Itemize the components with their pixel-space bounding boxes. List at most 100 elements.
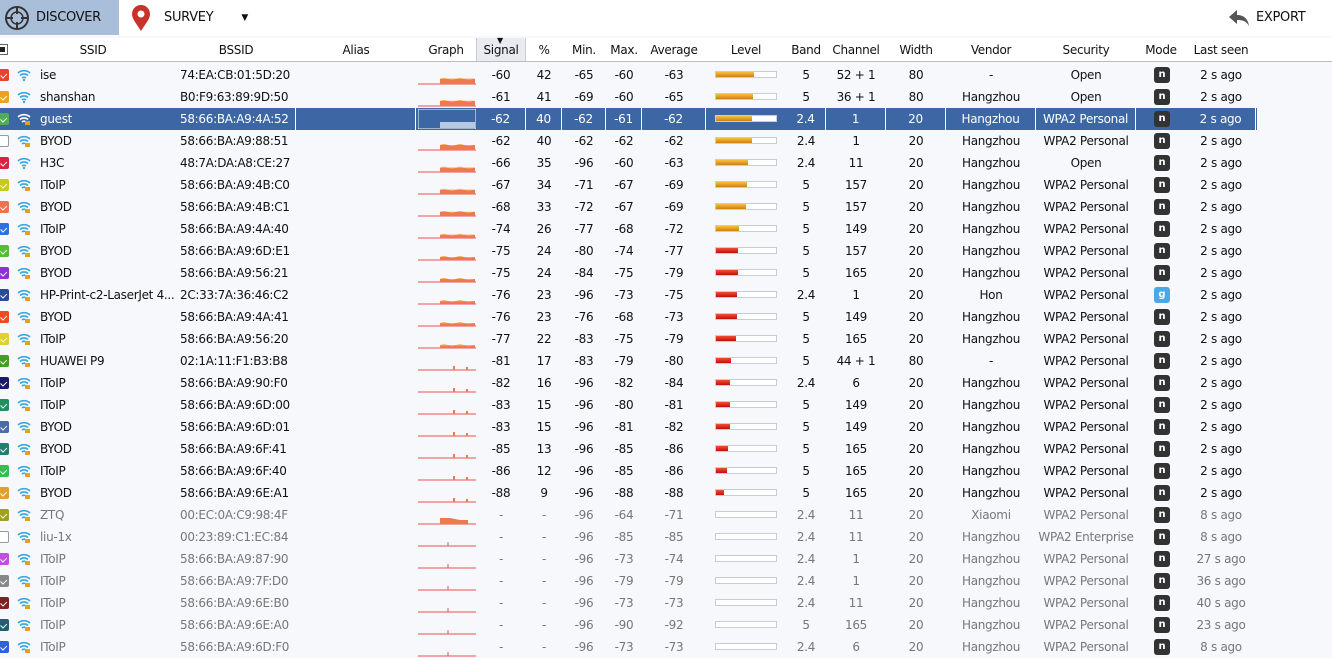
column-header-width[interactable]: Width: [886, 38, 946, 61]
row-checkbox[interactable]: [0, 91, 9, 103]
column-header-average[interactable]: Average: [642, 38, 706, 61]
column-header-graph[interactable]: Graph: [416, 38, 476, 61]
row-checkbox[interactable]: [0, 223, 9, 235]
row-checkbox[interactable]: [0, 487, 9, 499]
pct-cell: -: [541, 530, 547, 544]
column-header-[interactable]: %: [526, 38, 562, 61]
row-checkbox[interactable]: [0, 289, 9, 301]
column-header-channel[interactable]: Channel: [826, 38, 886, 61]
survey-dropdown-arrow-icon[interactable]: ▼: [241, 13, 248, 23]
row-checkbox[interactable]: [0, 619, 9, 631]
row-checkbox[interactable]: [0, 421, 9, 433]
table-row[interactable]: shanshan B0:F9:63:89:9D:50 -61 41 -69 -60 -65 5…: [0, 86, 1332, 108]
table-row[interactable]: BYOD 58:66:BA:A9:6F:41 -85 13 -96 -85 -86 5 165 2…: [0, 438, 1332, 460]
column-header-level[interactable]: Level: [706, 38, 786, 61]
signal-cell: -83: [491, 398, 511, 412]
table-row[interactable]: ise 74:EA:CB:01:5D:20 -60 42 -65 -60 -63 5 52 + …: [0, 64, 1332, 86]
row-checkbox[interactable]: [0, 597, 9, 609]
alias-cell: [300, 592, 416, 614]
survey-tab[interactable]: SURVEY ▼: [130, 0, 250, 35]
width-cell: 20: [908, 464, 924, 478]
row-checkbox[interactable]: [0, 69, 9, 81]
table-row[interactable]: IToIP 58:66:BA:A9:6D:F0 - - -96 -73 -73 2.4 6 20 H…: [0, 636, 1332, 658]
signal-cell: -62: [476, 108, 526, 130]
signal-graph: [418, 518, 476, 525]
pct-cell: 34: [536, 178, 552, 192]
table-row[interactable]: guest 58:66:BA:A9:4A:52 -62 40 -62 -61 -62 2.4 1…: [0, 108, 1257, 130]
table-row[interactable]: BYOD 58:66:BA:A9:6E:A1 -88 9 -96 -88 -88 5 165 20…: [0, 482, 1332, 504]
column-header-last-seen[interactable]: Last seen: [1186, 38, 1256, 61]
table-row[interactable]: IToIP 58:66:BA:A9:4B:C0 -67 34 -71 -67 -69 5 157…: [0, 174, 1332, 196]
signal-graph: [418, 388, 476, 393]
table-row[interactable]: IToIP 58:66:BA:A9:4A:40 -74 26 -77 -68 -72 5 149…: [0, 218, 1332, 240]
column-header-ssid[interactable]: SSID: [10, 38, 176, 61]
table-row[interactable]: BYOD 58:66:BA:A9:4A:41 -76 23 -76 -68 -73 5 149 2…: [0, 306, 1332, 328]
signal-graph: [418, 454, 476, 459]
select-all-checkbox[interactable]: [0, 44, 8, 55]
row-checkbox[interactable]: [0, 355, 9, 367]
signal-graph: [418, 608, 476, 613]
column-header-security[interactable]: Security: [1036, 38, 1136, 61]
column-header-vendor[interactable]: Vendor: [946, 38, 1036, 61]
table-row[interactable]: H3C 48:7A:DA:A8:CE:27 -66 35 -96 -60 -63 2.4 11 2…: [0, 152, 1332, 174]
table-row[interactable]: ZTQ 00:EC:0A:C9:98:4F - - -96 -64 -71 2.4 11 20 Xi…: [0, 504, 1332, 526]
row-checkbox[interactable]: [0, 267, 9, 279]
table-row[interactable]: HUAWEI P9 02:1A:11:F1:B3:B8 -81 17 -83 -79 -80…: [0, 350, 1332, 372]
table-row[interactable]: liu-1x 00:23:89:C1:EC:84 - - -96 -85 -85 2.4 11 2…: [0, 526, 1332, 548]
column-header-signal[interactable]: Signal ▼: [476, 36, 526, 61]
table-row[interactable]: BYOD 58:66:BA:A9:6D:01 -83 15 -96 -81 -82 5 149 2…: [0, 416, 1332, 438]
table-row[interactable]: HP-Print-c2-LaserJet 4... 2C:33:7A:36:46:…: [0, 284, 1332, 306]
bssid-cell: 58:66:BA:A9:4A:40: [180, 222, 289, 236]
column-header-max[interactable]: Max.: [606, 38, 642, 61]
row-checkbox[interactable]: [0, 531, 9, 543]
column-header-band[interactable]: Band: [786, 38, 826, 61]
column-header-min[interactable]: Min.: [562, 38, 606, 61]
row-checkbox[interactable]: [0, 201, 9, 213]
row-checkbox[interactable]: [0, 245, 9, 257]
table-row[interactable]: IToIP 58:66:BA:A9:6E:A0 - - -96 -90 -92 5 165 20 H…: [0, 614, 1332, 636]
table-row[interactable]: IToIP 58:66:BA:A9:6E:B0 - - -96 -73 -73 2.4 11 20…: [0, 592, 1332, 614]
mode-badge: n: [1154, 353, 1170, 369]
bssid-cell: 58:66:BA:A9:90:F0: [180, 376, 288, 390]
row-checkbox[interactable]: [0, 399, 9, 411]
avg-cell: -69: [664, 200, 684, 214]
min-cell: -83: [574, 354, 594, 368]
table-row[interactable]: IToIP 58:66:BA:A9:90:F0 -82 16 -96 -82 -84 2.4 6…: [0, 372, 1332, 394]
column-header-mode[interactable]: Mode: [1136, 38, 1186, 61]
row-checkbox[interactable]: [0, 113, 9, 125]
avg-cell: -63: [664, 68, 684, 82]
table-row[interactable]: BYOD 58:66:BA:A9:88:51 -62 40 -62 -62 -62 2.4 1 2…: [0, 130, 1332, 152]
table-row[interactable]: IToIP 58:66:BA:A9:56:20 -77 22 -83 -75 -79 5 165…: [0, 328, 1332, 350]
min-cell: -62: [562, 108, 606, 130]
table-row[interactable]: IToIP 58:66:BA:A9:7F:D0 - - -96 -79 -79 2.4 1 20 H…: [0, 570, 1332, 592]
row-checkbox[interactable]: [0, 641, 9, 653]
table-row[interactable]: IToIP 58:66:BA:A9:87:90 - - -96 -73 -74 2.4 1 20 H…: [0, 548, 1332, 570]
row-checkbox[interactable]: [0, 311, 9, 323]
row-checkbox[interactable]: [0, 443, 9, 455]
table-row[interactable]: BYOD 58:66:BA:A9:4B:C1 -68 33 -72 -67 -69 5 157 2…: [0, 196, 1332, 218]
row-checkbox[interactable]: [0, 509, 9, 521]
mode-badge: n: [1154, 375, 1170, 391]
table-row[interactable]: BYOD 58:66:BA:A9:6D:E1 -75 24 -80 -74 -77 5 157 2…: [0, 240, 1332, 262]
table-row[interactable]: IToIP 58:66:BA:A9:6D:00 -83 15 -96 -80 -81 5 149…: [0, 394, 1332, 416]
row-checkbox[interactable]: [0, 333, 9, 345]
width-cell: 20: [908, 574, 924, 588]
last-cell: 2 s ago: [1200, 288, 1242, 302]
row-checkbox[interactable]: [0, 465, 9, 477]
signal-level-bar: [715, 621, 777, 628]
band-cell: 5: [802, 90, 810, 104]
export-button[interactable]: EXPORT: [1228, 0, 1328, 35]
row-checkbox[interactable]: [0, 575, 9, 587]
row-checkbox[interactable]: [0, 135, 9, 147]
row-checkbox[interactable]: [0, 179, 9, 191]
vendor-cell: Hon: [979, 288, 1003, 302]
column-header-alias[interactable]: Alias: [296, 38, 416, 61]
table-row[interactable]: BYOD 58:66:BA:A9:56:21 -75 24 -84 -75 -79 5 165 2…: [0, 262, 1332, 284]
row-checkbox[interactable]: [0, 377, 9, 389]
column-header-bssid[interactable]: BSSID: [176, 38, 296, 61]
row-checkbox[interactable]: [0, 553, 9, 565]
row-checkbox[interactable]: [0, 157, 9, 169]
pct-cell: 42: [536, 68, 552, 82]
discover-tab[interactable]: DISCOVER: [0, 0, 119, 35]
table-row[interactable]: IToIP 58:66:BA:A9:6F:40 -86 12 -96 -85 -86 5 165…: [0, 460, 1332, 482]
